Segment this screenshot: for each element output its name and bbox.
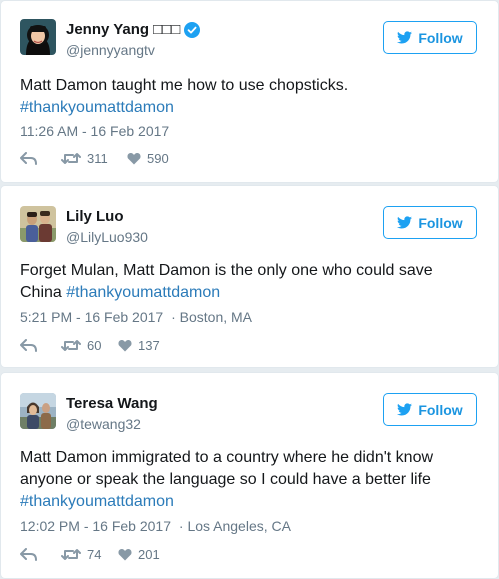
like-count: 201 xyxy=(138,547,160,562)
retweet-icon xyxy=(61,549,81,560)
tweet-text-line: Matt Damon immigrated to a country where… xyxy=(20,449,434,466)
tweet-location[interactable]: · Los Angeles, CA xyxy=(179,518,291,534)
user-handle[interactable]: @jennyyangtv xyxy=(66,42,155,58)
retweet-button[interactable]: 311 xyxy=(61,151,127,166)
follow-button[interactable]: Follow xyxy=(383,21,477,54)
verified-badge-icon xyxy=(184,21,201,38)
tweet-timestamp[interactable]: 11:26 AM - 16 Feb 2017 xyxy=(20,123,169,139)
reply-icon xyxy=(20,152,37,165)
like-button[interactable]: 137 xyxy=(118,338,160,353)
user-handle[interactable]: @tewang32 xyxy=(66,416,141,432)
tweet-location[interactable]: · Boston, MA xyxy=(171,309,252,325)
like-count: 590 xyxy=(147,151,169,166)
follow-button[interactable]: Follow xyxy=(383,393,477,426)
like-count: 137 xyxy=(138,338,160,353)
reply-icon xyxy=(20,339,37,352)
retweet-icon xyxy=(61,340,81,351)
follow-label: Follow xyxy=(418,29,463,46)
tweet-timestamp: 5:21 PM - 16 Feb 2017 · Boston, MA xyxy=(20,309,252,325)
tweet-text: Matt Damon taught me how to use chopstic… xyxy=(20,75,478,119)
twitter-bird-icon xyxy=(397,31,413,44)
user-handle[interactable]: @LilyLuo930 xyxy=(66,229,148,245)
hashtag-link[interactable]: #thankyoumattdamon xyxy=(20,97,478,119)
timestamp-text[interactable]: 11:26 AM - 16 Feb 2017 xyxy=(20,123,169,139)
retweet-button[interactable]: 74 xyxy=(61,547,118,562)
twitter-bird-icon xyxy=(397,403,413,416)
retweet-button[interactable]: 60 xyxy=(61,338,118,353)
tweet-card: Lily Luo @LilyLuo930 Follow Forget Mulan… xyxy=(0,185,499,368)
user-name[interactable]: Lily Luo xyxy=(66,208,124,225)
user-name[interactable]: Jenny Yang xyxy=(66,21,149,38)
heart-icon xyxy=(118,548,132,561)
user-name[interactable]: Teresa Wang xyxy=(66,395,158,412)
tweet-text: Forget Mulan, Matt Damon is the only one… xyxy=(20,260,478,304)
timestamp-text[interactable]: 5:21 PM - 16 Feb 2017 xyxy=(20,309,163,325)
hashtag-link[interactable]: #thankyoumattdamon xyxy=(66,284,220,301)
reply-icon xyxy=(20,548,37,561)
retweet-count: 60 xyxy=(87,338,102,353)
heart-icon xyxy=(127,152,141,165)
timestamp-text[interactable]: 12:02 PM - 16 Feb 2017 xyxy=(20,518,171,534)
reply-button[interactable] xyxy=(20,548,56,561)
follow-label: Follow xyxy=(418,401,463,418)
hashtag-link[interactable]: #thankyoumattdamon xyxy=(20,491,478,513)
retweet-count: 74 xyxy=(87,547,102,562)
user-name-suffix: □□□ xyxy=(153,21,181,38)
retweet-icon xyxy=(61,153,81,164)
heart-icon xyxy=(118,339,132,352)
tweet-card: Teresa Wang @tewang32 Follow Matt Damon … xyxy=(0,372,499,579)
twitter-bird-icon xyxy=(397,216,413,229)
like-button[interactable]: 590 xyxy=(127,151,169,166)
reply-button[interactable] xyxy=(20,152,56,165)
avatar[interactable] xyxy=(20,206,56,242)
tweet-text-line: Matt Damon taught me how to use chopstic… xyxy=(20,77,349,94)
reply-button[interactable] xyxy=(20,339,56,352)
avatar[interactable] xyxy=(20,19,56,55)
tweet-actions: 311 590 xyxy=(20,151,169,166)
tweet-actions: 60 137 xyxy=(20,338,160,353)
follow-button[interactable]: Follow xyxy=(383,206,477,239)
follow-label: Follow xyxy=(418,214,463,231)
tweet-text-line: anyone or speak the language so I could … xyxy=(20,471,431,488)
tweet-timestamp: 12:02 PM - 16 Feb 2017 · Los Angeles, CA xyxy=(20,518,291,534)
retweet-count: 311 xyxy=(87,151,108,166)
tweet-text: Matt Damon immigrated to a country where… xyxy=(20,447,478,513)
tweet-actions: 74 201 xyxy=(20,547,160,562)
like-button[interactable]: 201 xyxy=(118,547,160,562)
tweet-card: Jenny Yang □□□ @jennyyangtv Follow Matt … xyxy=(0,0,499,183)
avatar[interactable] xyxy=(20,393,56,429)
